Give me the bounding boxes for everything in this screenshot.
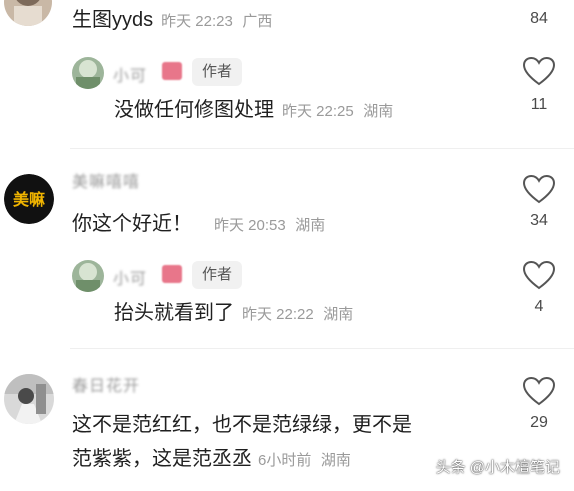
like-count: 29 bbox=[530, 414, 548, 431]
comment-body: 范紫紫，这是范丞丞 bbox=[72, 448, 252, 470]
comment-time: 昨天 22:25 bbox=[282, 103, 354, 120]
blurred-emoji bbox=[162, 265, 182, 283]
avatar[interactable] bbox=[4, 0, 52, 26]
comment-time: 6小时前 bbox=[258, 452, 312, 469]
comment-time: 昨天 22:23 bbox=[161, 13, 233, 30]
heart-icon[interactable] bbox=[522, 376, 556, 406]
comment-body: 生图yyds bbox=[72, 9, 154, 31]
comment-author-name[interactable]: 美嘛嘻嘻 bbox=[72, 168, 140, 192]
blurred-emoji bbox=[162, 62, 182, 80]
comment-text: 没做任何修图处理 昨天 22:25 湖南 bbox=[114, 96, 393, 126]
comment-location: 广西 bbox=[242, 13, 273, 30]
comment-text: 抬头就看到了 昨天 22:22 湖南 bbox=[114, 299, 353, 329]
like-count: 34 bbox=[530, 212, 548, 229]
avatar[interactable] bbox=[4, 374, 54, 424]
comment-text: 你这个好近！ 昨天 20:53 湖南 bbox=[72, 210, 325, 240]
comment-location: 湖南 bbox=[323, 306, 354, 323]
heart-icon[interactable] bbox=[522, 174, 556, 204]
comment-list: 生图yyds 昨天 22:23 广西 84 小可 作者 没做任何修图处理 昨天 22… bbox=[0, 0, 574, 491]
author-badge: 作者 bbox=[192, 58, 243, 86]
like-count: 4 bbox=[534, 298, 544, 315]
comment-text-continued: 范紫紫，这是范丞丞 6小时前 湖南 bbox=[72, 445, 351, 475]
comment-time: 昨天 20:53 bbox=[214, 217, 286, 234]
comment-time: 昨天 22:22 bbox=[242, 306, 314, 323]
avatar[interactable] bbox=[72, 260, 104, 292]
comment-location: 湖南 bbox=[295, 217, 326, 234]
avatar-text: 美嘛 bbox=[13, 190, 45, 209]
divider bbox=[70, 148, 574, 149]
heart-icon[interactable] bbox=[522, 56, 556, 86]
avatar[interactable]: 美嘛 bbox=[4, 174, 54, 224]
comment-body: 抬头就看到了 bbox=[114, 302, 234, 324]
reply-author-name[interactable]: 小可 bbox=[113, 62, 147, 86]
comment-location: 湖南 bbox=[363, 103, 394, 120]
avatar[interactable] bbox=[72, 57, 104, 89]
comment-body: 没做任何修图处理 bbox=[114, 99, 274, 121]
like-count: 11 bbox=[530, 96, 548, 113]
comment-author-name[interactable]: 春日花开 bbox=[72, 372, 140, 396]
author-badge: 作者 bbox=[192, 261, 243, 289]
comment-text: 这不是范红红，也不是范绿绿，更不是 bbox=[72, 414, 412, 436]
comment-body: 你这个好近！ bbox=[72, 213, 192, 235]
divider bbox=[70, 348, 574, 349]
like-count: 84 bbox=[530, 10, 548, 27]
heart-icon[interactable] bbox=[522, 260, 556, 290]
comment-text: 生图yyds 昨天 22:23 广西 bbox=[72, 6, 272, 36]
comment-location: 湖南 bbox=[320, 452, 351, 469]
reply-author-name[interactable]: 小可 bbox=[113, 265, 147, 289]
watermark: 头条 @小木檀笔记 bbox=[435, 459, 560, 476]
